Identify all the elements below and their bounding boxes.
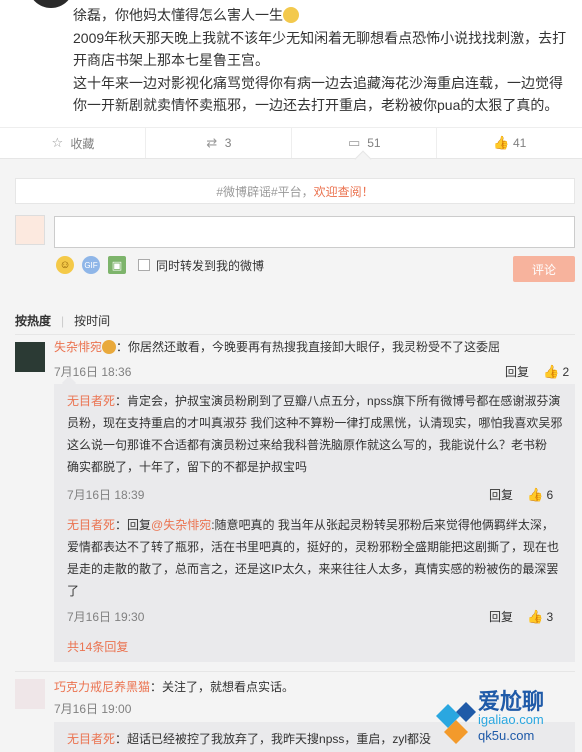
reply-body: 爱情都表达不了转了瓶邪，活在书里吧真的，挺好的，灵粉邪粉全盛期能把这剧撕了，现在… [67,540,560,554]
commenter-name[interactable]: 无目者死 [67,732,115,746]
watermark: 爱尬聊 igaliao.com qk5u.com [432,682,580,748]
thumbs-up-icon: 👍 [543,363,560,379]
commenter-name[interactable]: 无目者死 [67,518,115,532]
repost-count: 3 [224,136,232,150]
reply-body: :随意吧真的 我当年从张起灵粉转吴邪粉后来觉得他俩羁绊太深， [211,518,554,532]
author-avatar[interactable] [28,0,74,8]
reply-like-button[interactable]: 👍 3 [527,609,553,625]
comment-text: 巧克力戒尼养黑猫：关注了，就想看点实话。 [54,676,434,698]
sort-tabs: 按热度 | 按时间 [15,312,110,329]
watermark-domain: qk5u.com [478,728,535,743]
comment-actions: 回复 👍 2 [505,363,569,380]
reply-body: ：肯定会，护叔宝演员粉刷到了豆瓣八点五分，npss旗下所有微博号都在感谢淑芬演 [115,394,561,408]
badge-icon [102,340,117,354]
comment-like-button[interactable]: 👍 2 [543,364,569,380]
thumbs-up-icon: 👍 [527,608,544,624]
comment-input[interactable] [54,216,575,248]
reply-body: 是走的走散的散了，总而言之，还是这IP太久，来来往往人太多，真情实感的粉被伤的最… [67,562,559,576]
sort-separator: | [61,313,65,328]
repost-checkbox[interactable] [138,259,150,271]
my-avatar[interactable] [15,215,45,245]
thumbs-up-icon: 👍 [527,486,544,502]
reply-text: 无目者死：超话已经被控了我放弃了，我昨天搜npss，重启，zyl都没 [67,728,447,750]
post-content: 徐磊，你他妈太懂得怎么害人一生 2009年秋天那天晚上我就不该年少无知闲着无聊想… [0,0,582,122]
tab-sort-hot[interactable]: 按热度 [15,312,51,329]
thumbs-up-icon: 👍 [492,135,510,150]
reply-like-count: 6 [546,487,554,502]
favorite-label: 收藏 [70,136,95,151]
reply-like-button[interactable]: 👍 6 [527,487,553,503]
post-line: 2009年秋天那天晚上我就不该年少无知闲着无聊想看点恐怖小说找找刺激，去打 [73,29,567,46]
repost-option-label: 同时转发到我的微博 [156,258,265,273]
reply-body: 员粉，现在支持重启的才叫真淑芬 我们这种不算粉一律打成黑恍，认清现实，哪怕我喜欢… [67,416,563,430]
reply-time: 7月16日 19:30 [67,610,145,624]
hashtag-link[interactable]: 欢迎查阅！ [314,183,374,200]
crying-emoji-icon [283,7,299,23]
composer-tools: ☺ GIF ▣ 同时转发到我的微博 [56,256,264,274]
favorite-button[interactable]: ☆ 收藏 [0,128,146,158]
reply-button[interactable]: 回复 [505,363,529,380]
reply-body: 了 [67,584,80,598]
reply-time: 7月16日 18:39 [67,488,145,502]
comment-count: 51 [367,136,381,150]
watermark-domain: igaliao.com [478,712,544,727]
post-action-bar: ☆ 收藏 ⇄ 3 ▭ 51 👍 41 [0,127,582,159]
image-icon[interactable]: ▣ [108,256,126,274]
repost-option[interactable]: 同时转发到我的微博 [138,257,264,274]
repost-icon: ⇄ [206,135,218,150]
mention-link[interactable]: @失杂悱宛 [151,518,211,532]
post-line: 这十年来一边对影视化痛骂觉得你有病一边去追藏海花沙海重启连载，一边觉得 [73,74,563,91]
comment-like-count: 2 [562,364,570,379]
submit-comment-button[interactable]: 评论 [513,256,575,282]
like-count: 41 [512,136,527,150]
post-line: 徐磊，你他妈太懂得怎么害人一生 [73,7,283,23]
reply-actions: 回复 👍 6 [489,486,553,503]
commenter-name[interactable]: 巧克力戒尼养黑猫 [54,680,150,694]
comment-text: 失杂悱宛 ：你居然还敢看，今晚要再有热搜我直接卸大眼仔，我灵粉受不了这委屈 [54,336,574,358]
gif-icon[interactable]: GIF [82,256,100,274]
hashtag-notice: #微博辟谣#平台， 欢迎查阅！ [15,178,575,204]
post-text: 徐磊，你他妈太懂得怎么害人一生 2009年秋天那天晚上我就不该年少无知闲着无聊想… [73,4,573,117]
hashtag-text[interactable]: #微博辟谣#平台， [216,183,313,200]
reply-button[interactable]: 回复 [489,608,513,625]
reply-actions: 回复 👍 3 [489,608,553,625]
repost-button[interactable]: ⇄ 3 [146,128,292,158]
commenter-avatar[interactable] [15,679,45,709]
tab-sort-time[interactable]: 按时间 [74,312,110,329]
emoji-icon[interactable]: ☺ [56,256,74,274]
divider [15,671,575,672]
like-button[interactable]: 👍 41 [437,128,582,158]
commenter-name[interactable]: 失杂悱宛 [54,340,102,354]
star-icon: ☆ [51,135,64,150]
reply-prefix: ：回复 [115,518,152,532]
comment-body: ：关注了，就想看点实话。 [150,680,295,694]
post-line: 你一开新剧就卖情怀卖瓶邪，一边还去打开重启，老粉被你pua的太狠了真的。 [73,97,559,113]
reply-body: 确实都脱了，十年了，留下的不都是护叔宝吗 [67,460,308,474]
reply-button[interactable]: 回复 [489,486,513,503]
reply-body: 这么说一句那谁不合适都有演员粉过来给我科普洗脑原作就这么写的，我能说什么？老书粉 [67,438,548,452]
reply-text: 无目者死：回复@失杂悱宛:随意吧真的 我当年从张起灵粉转吴邪粉后来觉得他俩羁绊太… [67,514,567,602]
reply-body: ：超话已经被控了我放弃了，我昨天搜npss，重启，zyl都没 [115,732,432,746]
reply-text: 无目者死：肯定会，护叔宝演员粉刷到了豆瓣八点五分，npss旗下所有微博号都在感谢… [67,390,567,478]
comment-icon: ▭ [348,135,361,150]
reply-like-count: 3 [546,609,554,624]
commenter-avatar[interactable] [15,342,45,372]
more-replies-link[interactable]: 共14条回复 [67,638,128,655]
comment-time: 7月16日 19:00 [54,702,132,716]
divider [15,334,575,335]
comment-body: ：你居然还敢看，今晚要再有热搜我直接卸大眼仔，我灵粉受不了这委屈 [116,340,501,354]
commenter-name[interactable]: 无目者死 [67,394,115,408]
post-line: 开商店书架上那本七星鲁王宫。 [73,52,269,68]
